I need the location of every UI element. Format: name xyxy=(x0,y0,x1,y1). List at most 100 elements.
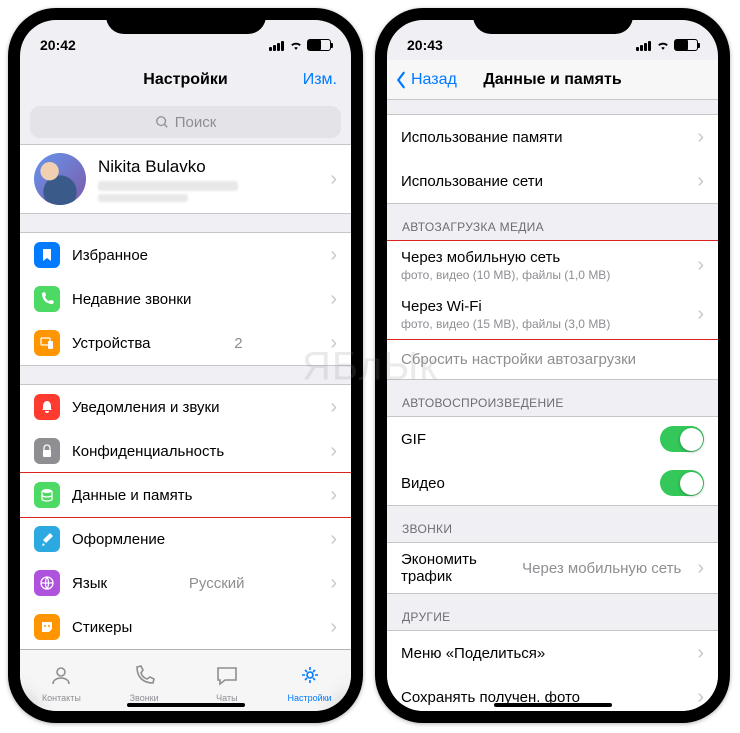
row-value: 2 xyxy=(234,335,242,352)
chevron-right-icon: › xyxy=(697,557,704,580)
profile-name: Nikita Bulavko xyxy=(98,157,318,177)
row-меню-поделиться-[interactable]: Меню «Поделиться» › xyxy=(387,631,718,675)
row-label: Через Wi-Fi xyxy=(401,298,685,315)
tab-label: Чаты xyxy=(216,693,237,703)
row-использование-памяти[interactable]: Использование памяти› xyxy=(387,115,718,159)
nav-bar: Настройки Изм. xyxy=(20,60,351,100)
row-label: Устройства xyxy=(72,335,150,352)
settings-row-sticker[interactable]: Стикеры › xyxy=(20,605,351,649)
settings-row-bell[interactable]: Уведомления и звуки› xyxy=(20,385,351,429)
toggle[interactable] xyxy=(660,470,704,496)
nav-bar: Назад Данные и память xyxy=(387,60,718,100)
row-label: Использование сети xyxy=(401,173,685,190)
chevron-right-icon: › xyxy=(330,572,337,595)
tab-label: Настройки xyxy=(288,693,332,703)
row-sub: фото, видео (15 MB), файлы (3,0 MB) xyxy=(401,317,685,331)
calls-tab-icon xyxy=(132,664,156,691)
row-label: Стикеры xyxy=(72,619,132,636)
tab-label: Контакты xyxy=(42,693,81,703)
row-использование-сети[interactable]: Использование сети › xyxy=(387,159,718,203)
search-placeholder: Поиск xyxy=(175,114,217,131)
settings-row-lock[interactable]: Конфиденциальность › xyxy=(20,429,351,473)
wifi-icon xyxy=(289,40,303,51)
battery-icon xyxy=(307,39,331,51)
status-right xyxy=(636,39,698,51)
wifi-icon xyxy=(656,40,670,51)
profile-username-blurred xyxy=(98,194,188,202)
row-label: Недавние звонки xyxy=(72,291,191,308)
tab-calls[interactable]: Звонки xyxy=(103,650,186,711)
row-экономить-трафик[interactable]: Экономить трафик Через мобильную сеть › xyxy=(387,543,718,593)
search-icon xyxy=(155,115,169,129)
chevron-right-icon: › xyxy=(697,642,704,665)
row-label: Экономить трафик xyxy=(401,551,510,585)
row-label: Видео xyxy=(401,475,648,492)
toggle[interactable] xyxy=(660,426,704,452)
row-label: GIF xyxy=(401,431,648,448)
row-label: Избранное xyxy=(72,247,148,264)
status-time: 20:42 xyxy=(40,37,76,53)
chevron-right-icon: › xyxy=(697,126,704,149)
data-content[interactable]: Использование памяти› Использование сети ›… xyxy=(387,100,718,711)
profile-cell[interactable]: Nikita Bulavko › xyxy=(20,144,351,214)
data-icon xyxy=(34,482,60,508)
contacts-tab-icon xyxy=(49,664,73,691)
chevron-right-icon: › xyxy=(697,170,704,193)
tab-label: Звонки xyxy=(130,693,159,703)
globe-icon xyxy=(34,570,60,596)
row-видео[interactable]: Видео xyxy=(387,461,718,505)
search-row: Поиск xyxy=(20,100,351,144)
tab-chats[interactable]: Чаты xyxy=(186,650,269,711)
row-label: Язык xyxy=(72,575,107,592)
bell-icon xyxy=(34,394,60,420)
notch xyxy=(473,8,633,34)
search-input[interactable]: Поиск xyxy=(30,106,341,138)
chevron-right-icon: › xyxy=(330,616,337,639)
row-label: Данные и память xyxy=(72,487,193,504)
settings-tab-icon xyxy=(298,664,322,691)
settings-row-data[interactable]: Данные и память› xyxy=(20,473,351,517)
brush-icon xyxy=(34,526,60,552)
chevron-right-icon: › xyxy=(330,440,337,463)
chats-tab-icon xyxy=(215,664,239,691)
nav-back-button[interactable]: Назад xyxy=(395,71,457,89)
tab-settings[interactable]: Настройки xyxy=(268,650,351,711)
row-label: Оформление xyxy=(72,531,165,548)
nav-title: Настройки xyxy=(143,71,227,89)
home-indicator xyxy=(127,703,245,707)
avatar xyxy=(34,153,86,205)
nav-edit-button[interactable]: Изм. xyxy=(303,71,337,89)
settings-row-bookmark[interactable]: Избранное › xyxy=(20,233,351,277)
notch xyxy=(106,8,266,34)
group-header-autoload: Автозагрузка медиа xyxy=(387,204,718,240)
tab-contacts[interactable]: Контакты xyxy=(20,650,103,711)
battery-icon xyxy=(674,39,698,51)
nav-back-label: Назад xyxy=(411,71,457,89)
devices-icon xyxy=(34,330,60,356)
chevron-right-icon: › xyxy=(330,244,337,267)
row-gif[interactable]: GIF xyxy=(387,417,718,461)
group-header-other: Другие xyxy=(387,594,718,630)
bookmark-icon xyxy=(34,242,60,268)
settings-row-phone[interactable]: Недавние звонки › xyxy=(20,277,351,321)
phone-left: 20:42 Настройки Изм. Поиск Nikita Bulavk… xyxy=(8,8,363,723)
settings-content[interactable]: Nikita Bulavko › Избранное›Недавние звон… xyxy=(20,144,351,649)
row-label: Меню «Поделиться» xyxy=(401,645,685,662)
reset-autoload-cell[interactable]: Сбросить настройки автозагрузки xyxy=(387,340,718,380)
row-sub: фото, видео (10 MB), файлы (1,0 MB) xyxy=(401,268,685,282)
lock-icon xyxy=(34,438,60,464)
nav-title: Данные и память xyxy=(483,71,621,89)
tab-bar: Контакты Звонки Чаты Настройки xyxy=(20,649,351,711)
row-через-wi-fi[interactable]: Через Wi-Fi фото, видео (15 MB), файлы (3… xyxy=(387,290,718,339)
settings-row-devices[interactable]: Устройства2› xyxy=(20,321,351,365)
chevron-right-icon: › xyxy=(697,686,704,709)
settings-row-brush[interactable]: Оформление› xyxy=(20,517,351,561)
signal-icon xyxy=(269,40,285,51)
chevron-right-icon: › xyxy=(330,288,337,311)
row-через-мобильную-сеть[interactable]: Через мобильную сетьфото, видео (10 MB),… xyxy=(387,241,718,290)
settings-row-globe[interactable]: ЯзыкРусский› xyxy=(20,561,351,605)
signal-icon xyxy=(636,40,652,51)
row-value: Через мобильную сеть xyxy=(522,560,681,577)
row-label: Конфиденциальность xyxy=(72,443,224,460)
screen-left: 20:42 Настройки Изм. Поиск Nikita Bulavk… xyxy=(20,20,351,711)
